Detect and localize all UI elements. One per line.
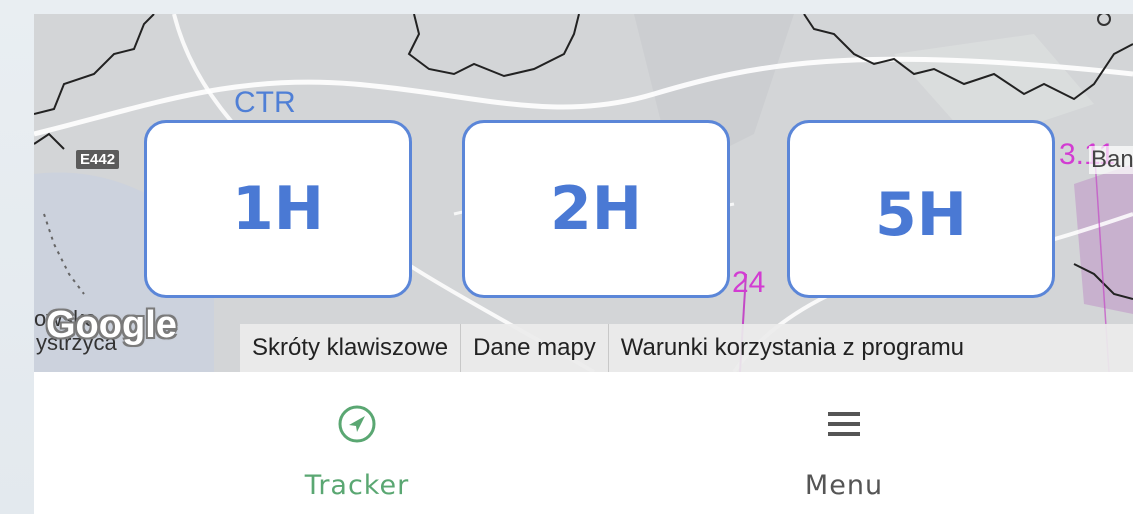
map-data-link[interactable]: Dane mapy bbox=[461, 324, 609, 372]
keyboard-shortcuts-link[interactable]: Skróty klawiszowe bbox=[240, 324, 462, 372]
time-2h-label: 2H bbox=[550, 174, 642, 244]
hamburger-menu-icon bbox=[822, 402, 866, 446]
road-badge: E442 bbox=[76, 150, 120, 169]
navigation-arrow-icon bbox=[335, 402, 379, 446]
nav-tracker-tab[interactable]: Tracker bbox=[257, 402, 457, 501]
nav-tracker-label: Tracker bbox=[304, 470, 410, 501]
nav-menu-label: Menu bbox=[804, 470, 884, 501]
bottom-navigation: Tracker Menu bbox=[34, 372, 1133, 514]
nav-menu-tab[interactable]: Menu bbox=[744, 402, 944, 501]
google-logo: Google bbox=[46, 304, 177, 346]
app-window: E442 CTR 3.11 Bane 24 owsko ystrzyca Goo… bbox=[34, 14, 1133, 514]
map-attribution-bar: Skróty klawiszowe Dane mapy Warunki korz… bbox=[240, 324, 1133, 372]
time-5h-label: 5H bbox=[875, 180, 967, 250]
airspace-number-label: 24 bbox=[732, 266, 766, 299]
terms-of-use-link[interactable]: Warunki korzystania z programu bbox=[609, 324, 976, 372]
time-2h-button[interactable]: 2H bbox=[462, 120, 730, 298]
time-1h-label: 1H bbox=[232, 174, 324, 244]
map-view[interactable]: E442 CTR 3.11 Bane 24 owsko ystrzyca Goo… bbox=[34, 14, 1133, 372]
airspace-ctr-label: CTR bbox=[234, 86, 296, 119]
time-5h-button[interactable]: 5H bbox=[787, 120, 1055, 298]
time-1h-button[interactable]: 1H bbox=[144, 120, 412, 298]
town-label-right: Bane bbox=[1089, 146, 1133, 174]
